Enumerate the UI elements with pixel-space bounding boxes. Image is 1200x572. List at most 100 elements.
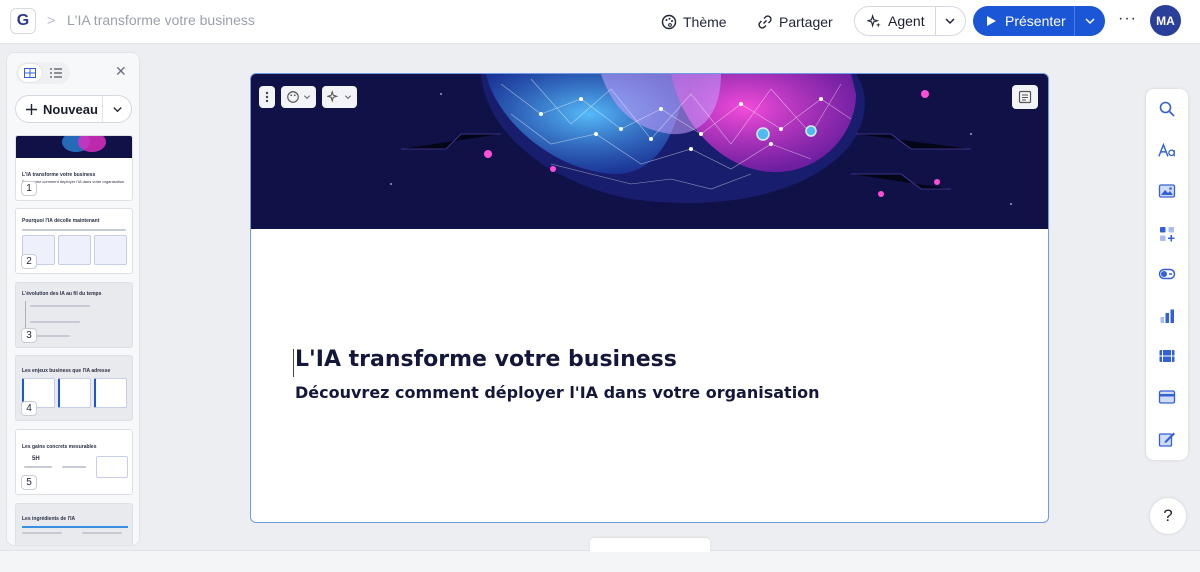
slide-canvas[interactable]: L'IA transforme votre business Découvrez…: [250, 73, 1049, 523]
theme-label: Thème: [683, 14, 727, 30]
thumbnail-stat: 5H: [32, 456, 40, 462]
thumbnail-card: [58, 378, 91, 408]
add-block-icon: [1160, 227, 1175, 242]
hero-image[interactable]: [251, 74, 1048, 229]
chevron-down-icon: [1085, 18, 1095, 25]
thumbnail-text-line: [24, 466, 52, 468]
thumbnail-text-line: [22, 229, 126, 231]
slide-thumbnail-6[interactable]: Les ingrédients de l'IA: [15, 503, 133, 545]
card-icon: [1158, 390, 1176, 404]
thumbnail-card: [96, 456, 128, 478]
add-card-tab[interactable]: [590, 538, 710, 552]
thumbnail-text-line: [30, 305, 90, 307]
video-icon: [1159, 350, 1175, 362]
thumbnail-accent-line: [22, 526, 128, 528]
ai-brain-illustration: [251, 74, 1048, 229]
thumbnail-text-line: [82, 532, 122, 534]
more-menu-button[interactable]: ···: [1118, 10, 1137, 28]
chevron-down-icon: [112, 106, 122, 112]
slides-panel: ✕ Nouveau L'IA transforme votre business…: [6, 52, 140, 546]
app-logo[interactable]: G: [10, 8, 36, 34]
thumbnail-card: [94, 235, 127, 265]
slide-thumbnail-4[interactable]: Les enjeux business que l'IA adresse 4: [15, 355, 133, 421]
slide-number: 5: [21, 475, 37, 490]
thumbnail-title: Pourquoi l'IA décolle maintenant: [22, 218, 100, 224]
play-icon: [987, 16, 996, 26]
present-dropdown[interactable]: [1075, 15, 1105, 27]
slide-thumbnail-5[interactable]: Les gains concrets mesurables 5H 5: [15, 429, 133, 495]
view-toggle: [16, 62, 70, 84]
thumbnail-title: Les gains concrets mesurables: [22, 444, 97, 450]
share-button[interactable]: Partager: [751, 8, 839, 36]
grid-view-button[interactable]: [18, 64, 42, 82]
slide-thumbnail-3[interactable]: L'évolution des IA au fil du temps 3: [15, 282, 133, 348]
slide-number: 1: [21, 181, 37, 196]
edit-button[interactable]: [1155, 427, 1179, 451]
chart-button[interactable]: [1155, 304, 1179, 328]
vertical-dots-icon: [265, 91, 269, 103]
search-button[interactable]: [1155, 97, 1179, 121]
add-block-button[interactable]: [1155, 222, 1179, 246]
thumbnail-hero-image: [16, 136, 132, 158]
theme-button[interactable]: Thème: [655, 8, 733, 36]
breadcrumb-separator: >: [47, 12, 56, 28]
thumbnail-title: L'IA transforme votre business: [22, 172, 96, 178]
slide-thumbnail-1[interactable]: L'IA transforme votre business Découvrez…: [15, 135, 133, 201]
slide-subtitle[interactable]: Découvrez comment déployer l'IA dans vot…: [295, 383, 820, 402]
card-layout-button[interactable]: [1155, 385, 1179, 409]
top-bar: G > L'IA transforme votre business Thème…: [0, 0, 1200, 44]
thumbnail-card: [58, 235, 91, 265]
new-slide-main[interactable]: Nouveau: [16, 96, 104, 122]
video-button[interactable]: [1155, 344, 1179, 368]
thumbnail-text-line: [22, 532, 62, 534]
help-button[interactable]: ?: [1150, 498, 1186, 534]
new-slide-button[interactable]: Nouveau: [15, 95, 132, 123]
drag-handle[interactable]: [259, 86, 275, 108]
chart-icon: [1160, 309, 1174, 323]
agent-main[interactable]: Agent: [855, 7, 936, 35]
text-style-icon: [1158, 142, 1175, 157]
speaker-notes-button[interactable]: [1012, 85, 1038, 109]
slide-tools: [259, 86, 357, 108]
sparkle-icon: [867, 13, 881, 28]
agent-dropdown[interactable]: [936, 15, 965, 27]
text-style-button[interactable]: [1155, 139, 1179, 163]
user-avatar[interactable]: MA: [1150, 5, 1181, 36]
text-cursor: [293, 349, 294, 377]
thumbnail-title: L'évolution des IA au fil du temps: [22, 291, 102, 297]
thumbnail-title: Les ingrédients de l'IA: [22, 516, 76, 522]
card-style-button[interactable]: [281, 86, 316, 108]
search-icon: [1159, 101, 1175, 117]
list-view-button[interactable]: [44, 64, 68, 82]
chevron-down-icon: [344, 95, 352, 100]
toggle-button[interactable]: [1155, 262, 1179, 286]
slide-number: 3: [21, 328, 37, 343]
new-slide-dropdown[interactable]: [103, 104, 131, 115]
chevron-down-icon: [945, 18, 955, 25]
palette-icon: [661, 14, 677, 30]
image-button[interactable]: [1155, 179, 1179, 203]
present-button[interactable]: Présenter: [973, 6, 1105, 36]
palette-icon: [287, 91, 299, 103]
present-label: Présenter: [1005, 13, 1066, 29]
thumbnail-subtitle: Découvrez comment déployer l'IA dans vot…: [22, 179, 125, 184]
ai-edit-button[interactable]: [322, 86, 357, 108]
list-view-icon: [50, 68, 62, 78]
close-panel-button[interactable]: ✕: [115, 63, 127, 80]
present-main[interactable]: Présenter: [973, 6, 1075, 36]
slide-title[interactable]: L'IA transforme votre business: [295, 347, 677, 372]
toggle-icon: [1158, 268, 1176, 280]
slide-number: 4: [21, 401, 37, 416]
document-title[interactable]: L'IA transforme votre business: [67, 12, 255, 28]
bottom-strip: [0, 550, 1200, 572]
edit-icon: [1158, 432, 1175, 447]
agent-button[interactable]: Agent: [854, 6, 966, 36]
slide-thumbnail-2[interactable]: Pourquoi l'IA décolle maintenant 2: [15, 208, 133, 274]
notes-icon: [1018, 90, 1032, 104]
agent-label: Agent: [888, 13, 925, 29]
plus-icon: [26, 103, 37, 115]
chevron-down-icon: [303, 95, 311, 100]
link-icon: [758, 15, 772, 29]
thumbnail-card: [94, 378, 127, 408]
slide-number: 2: [21, 254, 37, 269]
